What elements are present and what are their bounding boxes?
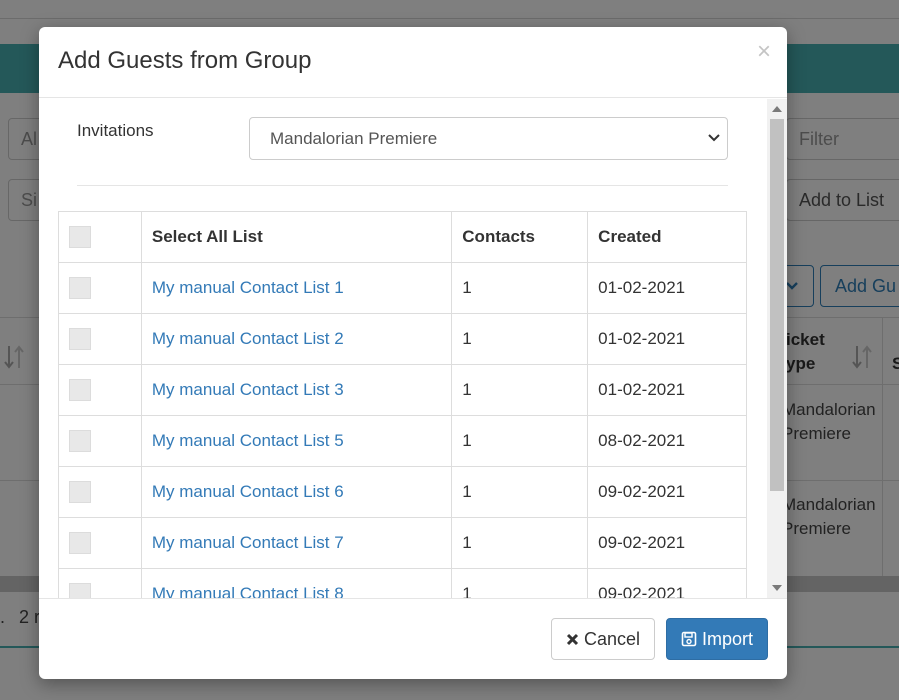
contact-lists-table: Select All List Contacts Created My manu… <box>58 211 747 598</box>
created-cell: 08-02-2021 <box>587 415 747 467</box>
import-button[interactable]: Import <box>666 618 768 660</box>
row-checkbox[interactable] <box>69 481 91 503</box>
close-icon <box>566 633 579 645</box>
list-name-link[interactable]: My manual Contact List 1 <box>152 278 344 297</box>
row-checkbox[interactable] <box>69 583 91 598</box>
select-all-checkbox[interactable] <box>69 226 91 248</box>
contacts-cell: 1 <box>451 415 589 467</box>
row-checkbox-cell <box>58 262 142 314</box>
add-guests-modal: Add Guests from Group × Invitations Mand… <box>39 27 787 679</box>
select-all-header: Select All List <box>140 211 453 263</box>
modal-vertical-scrollbar[interactable] <box>767 99 787 598</box>
invitations-form-row: Invitations Mandalorian Premiere <box>77 117 728 161</box>
row-checkbox[interactable] <box>69 430 91 452</box>
row-checkbox[interactable] <box>69 379 91 401</box>
list-name-cell: My manual Contact List 6 <box>140 466 453 518</box>
created-header: Created <box>587 211 747 263</box>
contacts-cell: 1 <box>451 568 589 598</box>
created-cell: 09-02-2021 <box>587 466 747 518</box>
list-name-cell: My manual Contact List 7 <box>140 517 453 569</box>
list-name-link[interactable]: My manual Contact List 2 <box>152 329 344 348</box>
list-name-link[interactable]: My manual Contact List 5 <box>152 431 344 450</box>
list-name-link[interactable]: My manual Contact List 6 <box>152 482 344 501</box>
row-checkbox-cell <box>58 466 142 518</box>
row-checkbox-cell <box>58 517 142 569</box>
contacts-cell: 1 <box>451 466 589 518</box>
created-cell: 01-02-2021 <box>587 262 747 314</box>
table-header-row: Select All List Contacts Created <box>58 211 747 263</box>
modal-header: Add Guests from Group × <box>39 27 787 98</box>
select-all-checkbox-cell <box>58 211 142 263</box>
table-row: My manual Contact List 5 1 08-02-2021 <box>58 415 747 467</box>
row-checkbox-cell <box>58 364 142 416</box>
row-checkbox[interactable] <box>69 277 91 299</box>
table-row: My manual Contact List 1 1 01-02-2021 <box>58 262 747 314</box>
table-row: My manual Contact List 3 1 01-02-2021 <box>58 364 747 416</box>
table-row: My manual Contact List 6 1 09-02-2021 <box>58 466 747 518</box>
import-button-label: Import <box>701 628 753 649</box>
list-name-cell: My manual Contact List 2 <box>140 313 453 365</box>
list-name-cell: My manual Contact List 8 <box>140 568 453 598</box>
save-icon <box>681 631 697 647</box>
list-name-link[interactable]: My manual Contact List 3 <box>152 380 344 399</box>
row-checkbox-cell <box>58 313 142 365</box>
table-row: My manual Contact List 7 1 09-02-2021 <box>58 517 747 569</box>
created-cell: 01-02-2021 <box>587 364 747 416</box>
cancel-button-label: Cancel <box>583 628 641 649</box>
created-cell: 09-02-2021 <box>587 568 747 598</box>
table-row: My manual Contact List 2 1 01-02-2021 <box>58 313 747 365</box>
close-icon[interactable]: × <box>757 39 771 65</box>
row-checkbox-cell <box>58 568 142 598</box>
row-checkbox-cell <box>58 415 142 467</box>
cancel-button[interactable]: Cancel <box>551 618 655 660</box>
list-name-link[interactable]: My manual Contact List 7 <box>152 533 344 552</box>
list-name-cell: My manual Contact List 5 <box>140 415 453 467</box>
invitations-select-value: Mandalorian Premiere <box>270 128 438 148</box>
created-cell: 01-02-2021 <box>587 313 747 365</box>
chevron-down-icon <box>708 134 720 142</box>
form-divider <box>77 185 728 186</box>
row-checkbox[interactable] <box>69 532 91 554</box>
list-name-link[interactable]: My manual Contact List 8 <box>152 584 344 598</box>
contacts-cell: 1 <box>451 262 589 314</box>
list-name-cell: My manual Contact List 3 <box>140 364 453 416</box>
created-cell: 09-02-2021 <box>587 517 747 569</box>
modal-title: Add Guests from Group <box>58 47 312 74</box>
row-checkbox[interactable] <box>69 328 91 350</box>
list-name-cell: My manual Contact List 1 <box>140 262 453 314</box>
scrollbar-thumb[interactable] <box>770 119 784 491</box>
invitations-label: Invitations <box>77 121 154 140</box>
contacts-cell: 1 <box>451 313 589 365</box>
modal-footer: Cancel Import <box>39 598 787 679</box>
scroll-down-arrow-icon[interactable] <box>772 585 782 591</box>
modal-body[interactable]: Invitations Mandalorian Premiere Select … <box>39 99 787 598</box>
contacts-cell: 1 <box>451 517 589 569</box>
table-row: My manual Contact List 8 1 09-02-2021 <box>58 568 747 598</box>
scroll-up-arrow-icon[interactable] <box>772 106 782 112</box>
contacts-header: Contacts <box>451 211 589 263</box>
contacts-cell: 1 <box>451 364 589 416</box>
invitations-select[interactable]: Mandalorian Premiere <box>249 117 728 160</box>
